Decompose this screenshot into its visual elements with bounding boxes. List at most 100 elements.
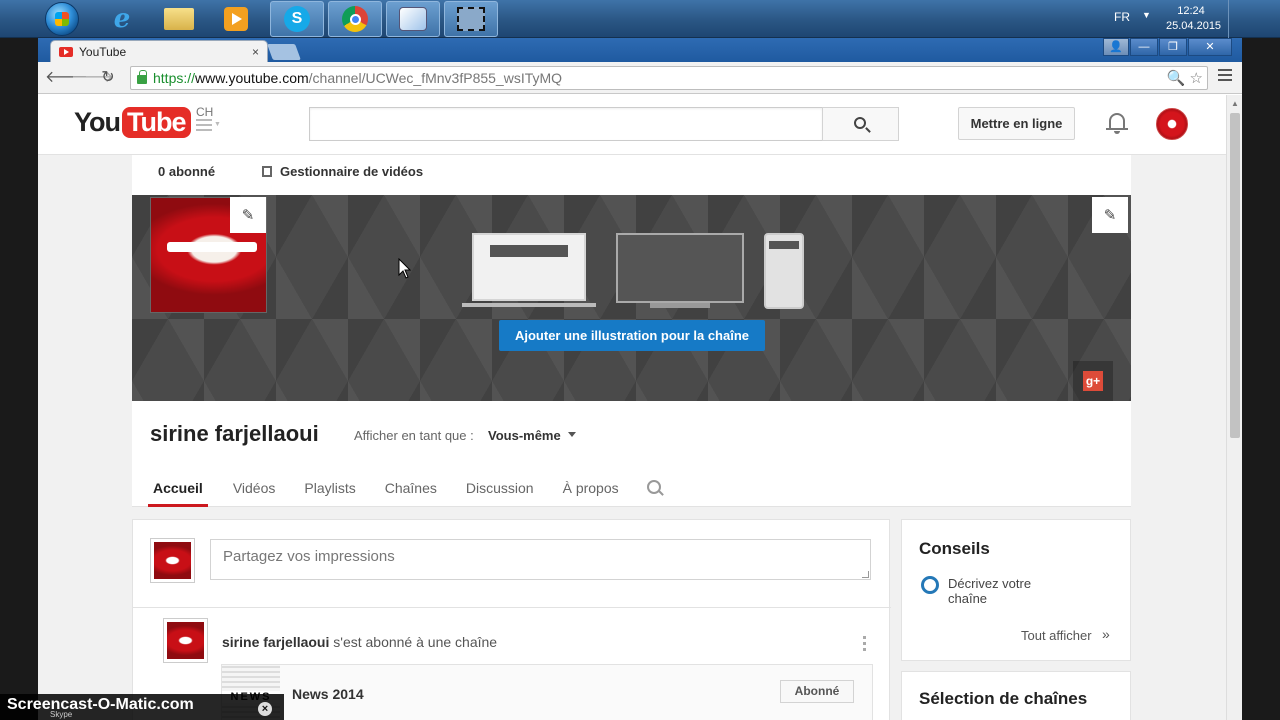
edit-avatar-pencil-icon[interactable]: ✎: [230, 197, 266, 233]
explorer-icon[interactable]: [152, 1, 206, 37]
lock-icon: [137, 70, 147, 84]
activity-feed: Partagez vos impressions sirine farjella…: [132, 519, 891, 720]
browser-toolbar: 🡐 🡒 ↻ https:// www.youtube.com /channel/…: [38, 62, 1242, 94]
omnibox-actions: 🔍 ☆: [1167, 69, 1203, 87]
browser-menu-icon[interactable]: [1218, 69, 1232, 85]
forward-arrow-icon[interactable]: 🡒: [71, 68, 114, 88]
url-host: www.youtube.com: [195, 70, 309, 86]
tip-status-icon: [921, 576, 939, 594]
screencast-icon[interactable]: [444, 1, 498, 37]
chrome-glyph: [342, 6, 368, 32]
featured-channels-card: Sélection de chaînes: [901, 671, 1131, 720]
subscribed-channel-title[interactable]: News 2014: [292, 686, 364, 702]
language-indicator[interactable]: FR: [1114, 10, 1130, 24]
see-all-arrow-icon[interactable]: »: [1102, 626, 1110, 642]
mouse-cursor-icon: [398, 258, 412, 279]
video-manager-link[interactable]: Gestionnaire de vidéos: [280, 164, 423, 179]
subscribed-button[interactable]: Abonné: [780, 680, 854, 703]
tab-playlists[interactable]: Playlists: [291, 473, 368, 507]
browser-window: YouTube × 👤 — ❐ ✕ 🡐 🡒 ↻ https:// www.you…: [38, 38, 1242, 720]
paint-icon[interactable]: [386, 1, 440, 37]
tab-discussion[interactable]: Discussion: [453, 473, 547, 507]
start-button[interactable]: [45, 2, 79, 36]
ie-glyph: e: [113, 4, 131, 34]
address-bar[interactable]: https:// www.youtube.com /channel/UCWec_…: [130, 66, 1208, 90]
minimize-button[interactable]: —: [1130, 38, 1158, 56]
watermark-text: Screencast-O-Matic.com: [7, 696, 194, 713]
more-options-icon[interactable]: [863, 636, 867, 654]
masthead: You Tube CH ▼ Mettre en ligne: [38, 95, 1226, 155]
phone-icon: [764, 233, 804, 309]
skype-icon[interactable]: S: [270, 1, 324, 37]
featured-channels-title: Sélection de chaînes: [919, 689, 1088, 708]
chrome-icon[interactable]: [328, 1, 382, 37]
tab-accueil[interactable]: Accueil: [148, 473, 208, 507]
tab-a-propos[interactable]: À propos: [550, 473, 632, 507]
window-controls: 👤 — ❐ ✕: [1102, 38, 1232, 56]
folder-glyph: [164, 8, 194, 30]
add-channel-art-button[interactable]: Ajouter une illustration pour la chaîne: [499, 320, 765, 351]
reload-icon[interactable]: ↻: [98, 68, 118, 88]
guide-menu-icon[interactable]: [196, 119, 212, 134]
activity-user-link[interactable]: sirine farjellaoui: [222, 634, 329, 650]
edit-banner-pencil-icon[interactable]: ✎: [1092, 197, 1128, 233]
tip-describe-channel[interactable]: Décrivez votre chaîne: [948, 576, 1058, 606]
channel-search-icon[interactable]: [646, 480, 663, 496]
page-scrollbar[interactable]: ▲: [1226, 95, 1242, 720]
skype-glyph: S: [284, 6, 310, 32]
channel-subheader: 0 abonné Gestionnaire de vidéos: [132, 155, 1131, 195]
search-button[interactable]: [822, 107, 899, 141]
google-plus-icon[interactable]: g+: [1073, 361, 1113, 401]
poster-avatar: [150, 538, 195, 583]
account-avatar[interactable]: [1156, 108, 1188, 140]
paint-glyph: [399, 7, 427, 31]
channel-tabs: Accueil Vidéos Playlists Chaînes Discuss…: [148, 473, 663, 507]
share-textarea[interactable]: Partagez vos impressions: [210, 539, 871, 580]
tips-title: Conseils: [919, 539, 990, 558]
browser-tab-youtube[interactable]: YouTube ×: [50, 40, 268, 62]
view-as-label: Afficher en tant que :: [354, 428, 474, 443]
show-desktop-button[interactable]: [1228, 0, 1240, 38]
clock-date: 25.04.2015: [1166, 20, 1222, 32]
tab-chaines[interactable]: Chaînes: [372, 473, 450, 507]
profile-icon[interactable]: 👤: [1103, 38, 1129, 56]
channel-info: sirine farjellaoui Afficher en tant que …: [132, 401, 1131, 507]
tray-clock[interactable]: 12:24 25.04.2015: [1166, 4, 1222, 34]
back-arrow-icon[interactable]: 🡐: [45, 68, 88, 88]
restore-button[interactable]: ❐: [1159, 38, 1187, 56]
tab-title: YouTube: [79, 44, 127, 59]
youtube-logo[interactable]: You Tube CH: [74, 105, 213, 138]
view-as-dropdown[interactable]: Vous-même: [488, 428, 561, 443]
notification-bell-icon[interactable]: [1106, 111, 1128, 135]
scrollbar-thumb[interactable]: [1230, 113, 1240, 438]
watermark-close-icon[interactable]: ×: [258, 702, 272, 716]
close-window-button[interactable]: ✕: [1188, 38, 1232, 56]
activity-text: sirine farjellaoui s'est abonné à une ch…: [222, 634, 497, 650]
channel-name[interactable]: sirine farjellaoui: [150, 421, 319, 447]
scroll-up-icon[interactable]: ▲: [1231, 99, 1239, 108]
screencast-watermark: Screencast-O-Matic.com Skype ×: [0, 694, 284, 720]
tray-expand-icon[interactable]: ▼: [1142, 10, 1151, 20]
upload-button[interactable]: Mettre en ligne: [958, 107, 1075, 140]
url-scheme: https://: [153, 70, 196, 86]
ie-icon[interactable]: e: [95, 1, 149, 37]
tab-strip: YouTube × 👤 — ❐ ✕: [38, 38, 1242, 62]
youtube-favicon-icon: [59, 46, 73, 57]
media-glyph: [224, 7, 248, 31]
bookmark-star-icon[interactable]: ☆: [1190, 70, 1203, 87]
subscriber-count[interactable]: 0 abonné: [158, 164, 215, 179]
media-player-icon[interactable]: [209, 1, 263, 37]
activity-avatar[interactable]: [163, 618, 208, 663]
activity-action: s'est abonné à une chaîne: [329, 634, 498, 650]
view-as-chevron-down-icon[interactable]: [568, 432, 576, 437]
video-manager-icon: [262, 166, 272, 177]
new-tab-button[interactable]: [267, 44, 301, 60]
tv-icon: [616, 233, 744, 309]
windows-taskbar: e S FR ▼ 12:24 25.04.2015: [0, 0, 1280, 38]
tab-close-icon[interactable]: ×: [252, 45, 259, 59]
tab-videos[interactable]: Vidéos: [220, 473, 289, 507]
watermark-sub: Skype: [50, 710, 73, 719]
zoom-icon[interactable]: 🔍: [1167, 70, 1186, 87]
search-input[interactable]: [309, 107, 823, 141]
see-all-link[interactable]: Tout afficher: [1021, 628, 1092, 643]
